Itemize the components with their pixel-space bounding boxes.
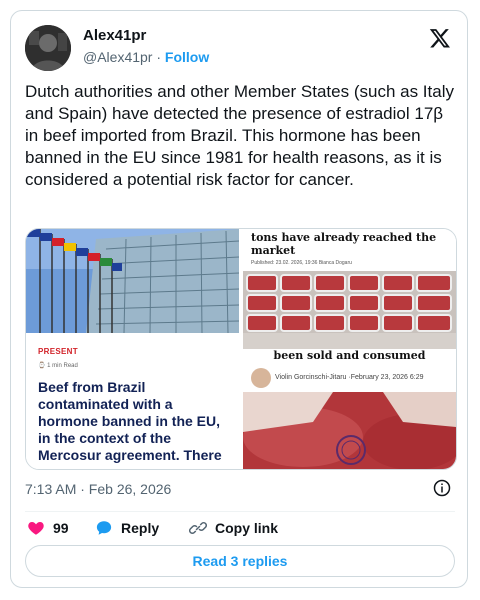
article-byline: Violin Gorcinschi-Jitaru ·February 23, 2…: [275, 374, 424, 381]
heart-icon: [28, 522, 44, 535]
reply-bubble-icon: [96, 521, 112, 535]
eu-parliament-photo: [26, 229, 239, 333]
tweet-timestamp[interactable]: 7:13 AM · Feb 26, 2026: [25, 481, 171, 497]
read-replies-button[interactable]: Read 3 replies: [25, 545, 455, 577]
byline-avatar: [251, 368, 271, 388]
media-image-right[interactable]: tons have already reached the market Pub…: [243, 229, 456, 469]
article-meta: Published: 23.02. 2026, 19:36 Bianca Dog…: [251, 260, 352, 266]
author-avatar[interactable]: [25, 25, 71, 71]
tweet-card: Alex41pr @Alex41pr · Follow Dutch author…: [10, 10, 468, 588]
section-label: PRESENT: [38, 347, 78, 356]
avatar-image: [25, 25, 71, 71]
separator-dot: ·: [156, 49, 162, 65]
article-top-text: tons have already reached the market: [251, 231, 437, 257]
link-icon: [189, 521, 207, 535]
author-handle-row: @Alex41pr · Follow: [83, 49, 209, 65]
reply-button[interactable]: Reply: [95, 517, 159, 539]
media-image-left[interactable]: PRESENT ⌚ 1 min Read Beef from Brazil co…: [26, 229, 239, 469]
article-caption: been sold and consumed: [273, 349, 426, 362]
copy-link-label: Copy link: [215, 520, 279, 536]
media-grid[interactable]: PRESENT ⌚ 1 min Read Beef from Brazil co…: [25, 228, 457, 470]
info-icon[interactable]: [433, 479, 451, 497]
read-time: ⌚ 1 min Read: [38, 363, 78, 369]
like-button[interactable]: 99: [27, 517, 69, 539]
copy-link-button[interactable]: Copy link: [189, 517, 278, 539]
meat-stamp-photo: [243, 392, 456, 469]
article-headline: Beef from Brazil contaminated with a hor…: [38, 379, 222, 463]
reply-label: Reply: [121, 520, 160, 536]
author-handle[interactable]: @Alex41pr: [83, 49, 152, 65]
divider: [25, 511, 455, 512]
article-byline-row: Violin Gorcinschi-Jitaru ·February 23, 2…: [251, 368, 456, 390]
read-time-text: 1 min Read: [47, 363, 78, 369]
author-name[interactable]: Alex41pr: [83, 27, 146, 44]
tweet-text: Dutch authorities and other Member State…: [25, 82, 454, 189]
action-bar: 99 Reply Copy link: [25, 517, 455, 541]
follow-button[interactable]: Follow: [165, 49, 209, 65]
like-count: 99: [53, 520, 69, 536]
x-logo-icon[interactable]: [429, 27, 451, 49]
meat-packages-photo: [243, 271, 456, 349]
